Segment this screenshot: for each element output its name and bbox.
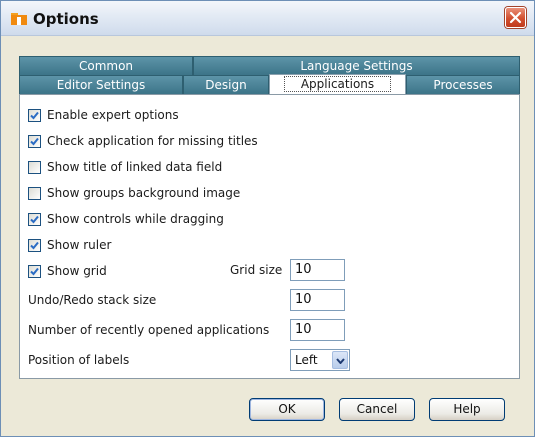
chevron-down-icon [336, 358, 345, 364]
ok-button[interactable]: OK [249, 398, 325, 421]
option-enable-expert[interactable]: Enable expert options [28, 107, 179, 123]
tab-label: Applications [283, 76, 392, 92]
close-button[interactable] [505, 7, 526, 28]
option-label: Check application for missing titles [47, 134, 258, 148]
grid-size-input[interactable]: 10 [290, 259, 345, 281]
checkmark-icon [30, 137, 39, 145]
tab-label: Language Settings [300, 59, 413, 73]
checkbox[interactable] [28, 160, 41, 174]
checkmark-icon [30, 267, 39, 275]
tab-label: Processes [433, 78, 493, 92]
option-show-groups-background[interactable]: Show groups background image [28, 185, 240, 201]
option-label: Enable expert options [47, 108, 179, 122]
checkbox[interactable] [28, 134, 41, 148]
option-show-linked-title[interactable]: Show title of linked data field [28, 159, 222, 175]
tab-editor-settings[interactable]: Editor Settings [19, 75, 183, 94]
window-title: Options [33, 10, 99, 28]
folder-app-icon [11, 13, 27, 25]
grid-size-label: Grid size [230, 263, 283, 277]
tab-processes[interactable]: Processes [406, 75, 520, 94]
option-label: Show controls while dragging [47, 212, 224, 226]
undo-redo-input[interactable]: 10 [290, 289, 345, 311]
dropdown-arrow-button[interactable] [332, 351, 348, 369]
checkbox[interactable] [28, 186, 41, 200]
checkbox[interactable] [28, 238, 41, 252]
tab-design[interactable]: Design [183, 75, 269, 94]
applications-panel: Enable expert options Check application … [19, 94, 520, 379]
undo-redo-label: Undo/Redo stack size [28, 293, 157, 307]
tab-label: Editor Settings [56, 78, 146, 92]
recent-apps-input[interactable]: 10 [290, 319, 345, 341]
checkmark-icon [30, 241, 39, 249]
help-button[interactable]: Help [429, 398, 505, 421]
option-label: Show groups background image [47, 186, 241, 200]
tab-language-settings[interactable]: Language Settings [193, 56, 520, 75]
checkmark-icon [30, 215, 39, 223]
tab-label: Design [205, 78, 247, 92]
tab-label: Common [78, 59, 134, 73]
option-label: Show title of linked data field [47, 160, 223, 174]
checkbox[interactable] [28, 212, 41, 226]
option-label: Show ruler [47, 238, 112, 252]
checkbox[interactable] [28, 264, 41, 278]
label-position-select[interactable]: Left [290, 349, 350, 371]
checkbox[interactable] [28, 108, 41, 122]
cancel-button[interactable]: Cancel [339, 398, 415, 421]
tab-applications[interactable]: Applications [269, 74, 406, 95]
option-show-ruler[interactable]: Show ruler [28, 237, 111, 253]
title-bar[interactable]: Options [1, 1, 534, 36]
label-position-value: Left [295, 353, 318, 367]
option-show-grid[interactable]: Show grid [28, 263, 107, 279]
option-check-missing-titles[interactable]: Check application for missing titles [28, 133, 258, 149]
label-position-label: Position of labels [28, 353, 130, 367]
close-icon [509, 11, 522, 24]
recent-apps-label: Number of recently opened applications [28, 323, 270, 337]
tab-common[interactable]: Common [19, 56, 193, 75]
checkmark-icon [30, 111, 39, 119]
option-show-controls-dragging[interactable]: Show controls while dragging [28, 211, 224, 227]
options-dialog: Options Common Language Settings Editor … [0, 0, 535, 437]
option-label: Show grid [47, 264, 107, 278]
